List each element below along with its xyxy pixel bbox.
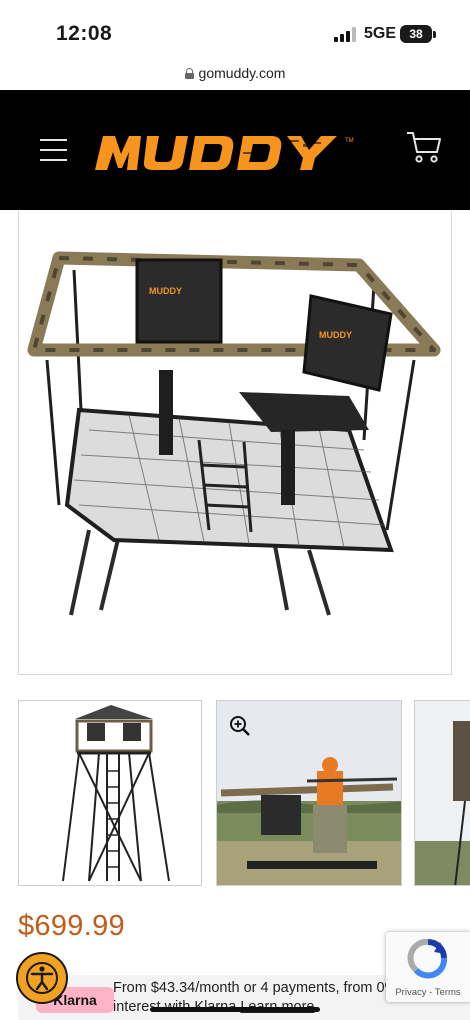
battery-icon: 38 <box>400 25 432 43</box>
svg-text:MUDDY: MUDDY <box>319 330 352 340</box>
product-main-image[interactable]: MUDDY MUDDY <box>18 210 452 675</box>
home-indicator[interactable] <box>150 1007 320 1012</box>
network-type: 5GE <box>364 25 397 42</box>
shopping-cart-icon[interactable] <box>406 130 442 164</box>
svg-text:MUDDY: MUDDY <box>149 286 182 296</box>
tower-stand-illustration: MUDDY MUDDY <box>27 251 441 616</box>
product-price: $699.99 <box>18 910 125 942</box>
lock-icon <box>184 67 194 79</box>
recaptcha-privacy-link[interactable]: Privacy <box>395 987 426 998</box>
thumbnail-2[interactable] <box>216 700 402 886</box>
site-header: TM <box>0 90 470 210</box>
recaptcha-icon <box>407 938 448 979</box>
thumbnail-1[interactable] <box>18 700 202 886</box>
thumbnail-1-illustration <box>62 705 170 882</box>
muddy-logo[interactable]: TM <box>93 130 365 174</box>
thumbnail-3[interactable] <box>414 700 470 886</box>
thumbnail-strip[interactable] <box>0 700 470 886</box>
recaptcha-terms-link[interactable]: Terms <box>435 987 461 998</box>
accessibility-button[interactable] <box>16 952 68 1004</box>
recaptcha-separator: - <box>426 987 435 998</box>
accessibility-person-icon <box>26 962 58 994</box>
status-bar: 12:08 5GE 38 <box>0 0 470 60</box>
recaptcha-badge[interactable]: Privacy - Terms <box>386 932 470 1002</box>
recaptcha-links: Privacy - Terms <box>386 987 470 998</box>
signal-strength-icon <box>334 27 356 42</box>
battery-tip <box>433 31 436 38</box>
url-text: gomuddy.com <box>198 65 286 81</box>
url-bar[interactable]: gomuddy.com <box>0 60 470 90</box>
zoom-in-icon[interactable] <box>229 715 251 737</box>
svg-text:TM: TM <box>345 138 354 144</box>
status-time: 12:08 <box>56 22 113 45</box>
hamburger-menu-icon[interactable] <box>40 139 67 161</box>
klarna-line-1: From $43.34/month or 4 payments, from 0% <box>113 980 398 996</box>
thumbnail-3-illustration <box>415 701 470 885</box>
